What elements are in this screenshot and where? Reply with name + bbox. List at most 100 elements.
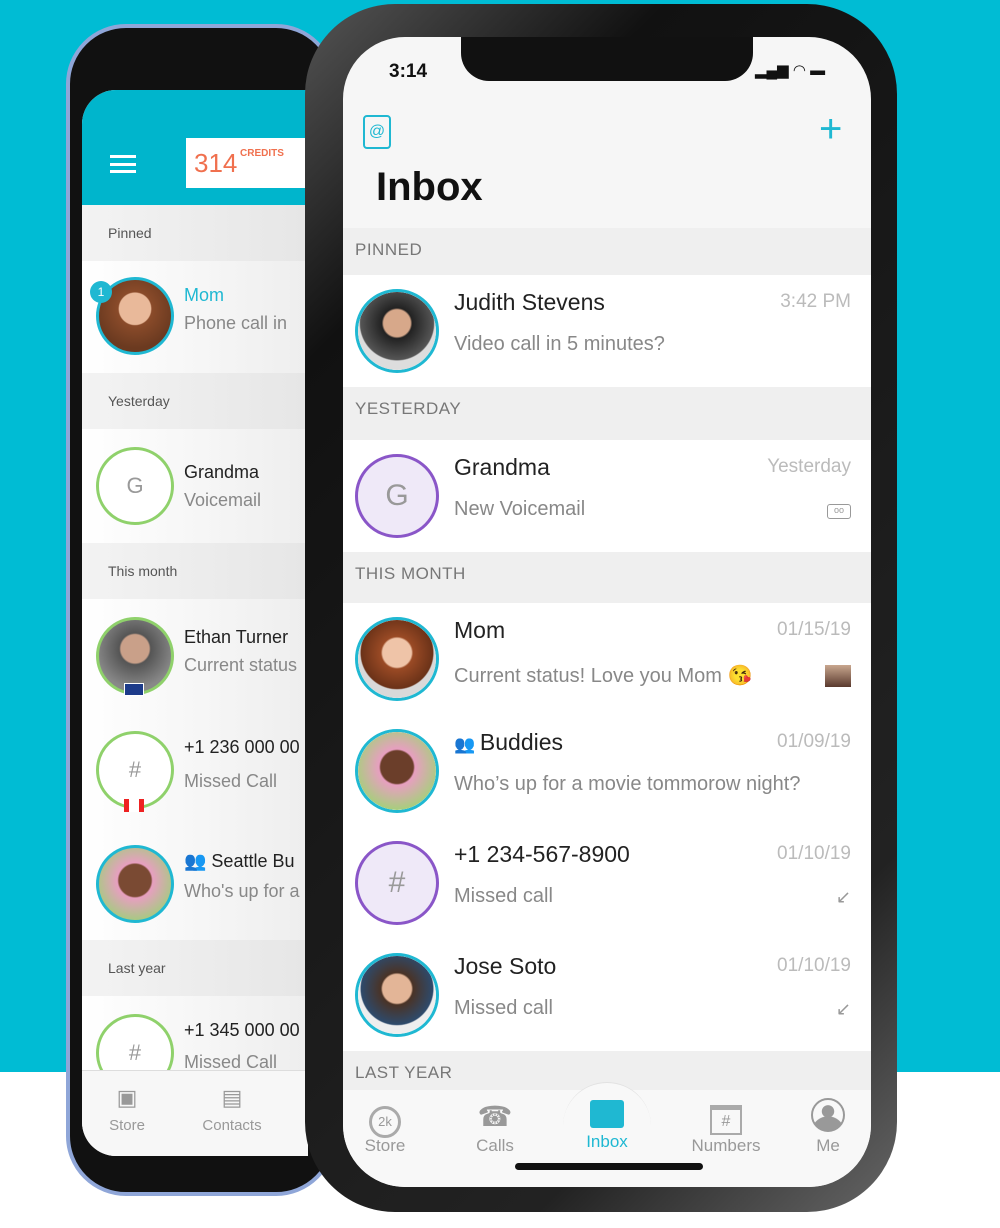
tab-label: Contacts [202,1117,262,1134]
contact-name: +1 234-567-8900 [454,841,630,867]
contact-name: 👥 Buddies [454,729,563,756]
numbers-icon: # [681,1098,771,1136]
credits-label: CREDITS [240,148,284,159]
status-icons: ▂▄▆ ◠ ▬ [755,62,826,79]
message-preview: Current status [184,655,298,675]
section-header: YESTERDAY [343,387,871,440]
tab-label: Numbers [691,1136,761,1155]
list-item[interactable]: 👥 Buddies 01/09/19 Who’s up for a movie … [343,715,871,827]
section-header: PINNED [343,228,871,275]
contact-name: 👥 Seattle Bu [184,851,294,872]
tab-label: Inbox [586,1132,628,1151]
message-preview: Who’s up for a movie tommorow night? [454,773,801,795]
page-title: Inbox [376,165,483,209]
timestamp: 01/15/19 [777,619,851,640]
tab-store[interactable]: 2k Store [343,1098,430,1156]
list-item[interactable]: G Grandma Yesterday New Voicemail oo [343,440,871,552]
group-icon: 👥 [184,851,212,871]
add-icon[interactable]: + [819,107,842,152]
status-time: 3:14 [389,61,428,82]
contact-name: Ethan Turner [184,627,289,647]
store-icon: ▣ [116,1085,138,1110]
message-preview: Current status! Love you Mom 😘 [454,665,753,687]
voicemail-icon: oo [827,504,851,519]
tab-numbers[interactable]: # Numbers [681,1098,771,1156]
tab-label: Store [109,1117,145,1134]
tab-me[interactable]: Me [783,1098,871,1156]
message-preview: Phone call in [184,313,288,333]
contact-name: Grandma [184,462,260,482]
group-name: Buddies [479,729,564,755]
avatar [355,953,439,1037]
section-header: This month [82,543,308,599]
profile-icon [783,1098,871,1136]
unread-badge: 1 [90,281,112,303]
android-screen: 314 CREDITS Pinned 1 Mom Phone call in Y… [82,90,308,1156]
section-header: Last year [82,940,308,996]
message-preview: Missed call [454,885,553,907]
contact-name: Mom [184,285,224,305]
avatar [355,617,439,701]
list-item[interactable]: # +1 236 000 00 Missed Call [82,713,308,827]
tab-inbox[interactable]: Inbox [562,1094,652,1152]
contact-name: Judith Stevens [454,289,605,315]
timestamp: Yesterday [767,456,851,477]
list-item[interactable]: 👥 Seattle Bu Who's up for a [82,827,308,940]
message-preview: Missed call [454,997,553,1019]
avatar: G [96,447,174,525]
avatar [355,729,439,813]
missed-call-icon: ↙ [835,887,851,907]
uk-flag-icon [124,683,144,696]
canada-flag-icon [124,799,144,812]
list-item[interactable]: Jose Soto 01/10/19 Missed call ↙ [343,939,871,1051]
calls-icon: ☎ [477,1101,513,1132]
list-item[interactable]: # +1 234-567-8900 01/10/19 Missed call ↙ [343,827,871,939]
message-preview: Voicemail [184,490,262,510]
contact-name: Mom [454,617,506,643]
list-item[interactable]: Ethan Turner Current status [82,599,308,713]
message-preview: Missed Call [184,771,278,791]
android-tab-bar: ▣ Store ▤ Contacts [82,1070,308,1156]
tab-label: Calls [476,1136,514,1155]
list-item[interactable]: G Grandma Voicemail [82,429,308,543]
credits-box[interactable]: 314 CREDITS [186,138,308,188]
contact-name: +1 236 000 00 [184,737,300,757]
section-header: THIS MONTH [343,552,871,603]
photo-thumbnail [825,665,851,687]
contacts-book-icon[interactable]: @ [363,115,391,149]
android-header: 314 CREDITS [82,90,308,205]
section-header: Pinned [82,205,308,261]
message-preview: Who's up for a [184,881,300,901]
missed-call-icon: ↙ [835,999,851,1019]
timestamp: 01/10/19 [777,955,851,976]
tab-calls[interactable]: ☎ Calls [450,1098,540,1156]
contact-name: +1 345 000 00 [184,1020,300,1040]
avatar [355,289,439,373]
group-name: Seattle Bu [211,851,295,871]
section-header: Yesterday [82,373,308,429]
list-item[interactable]: # +1 345 000 00 Missed Call [82,996,308,1092]
contact-name: Grandma [454,454,550,480]
menu-icon[interactable] [110,155,136,173]
avatar: # [355,841,439,925]
credits-value: 314 [194,148,238,178]
tab-label: Me [816,1136,840,1155]
inbox-icon [562,1094,652,1132]
message-preview: New Voicemail [454,498,586,520]
tab-contacts[interactable]: ▤ Contacts [187,1079,277,1134]
notch [461,37,753,81]
group-icon: 👥 [454,735,480,754]
iphone-screen: 3:14 ▂▄▆ ◠ ▬ @ + Inbox PINNED Judith Ste… [343,37,871,1187]
list-item[interactable]: Mom 01/15/19 Current status! Love you Mo… [343,603,871,715]
timestamp: 01/10/19 [777,843,851,864]
store-icon: 2k [343,1098,430,1138]
tab-label: Store [364,1136,406,1155]
tab-bar: 2k Store ☎ Calls Inbox # Numbers Me [343,1082,871,1187]
avatar: G [355,454,439,538]
message-preview: Video call in 5 minutes? [454,333,665,355]
avatar [96,845,174,923]
list-item[interactable]: Judith Stevens 3:42 PM Video call in 5 m… [343,275,871,387]
list-item[interactable]: 1 Mom Phone call in [82,261,308,373]
tab-store[interactable]: ▣ Store [82,1079,172,1134]
home-indicator[interactable] [515,1163,703,1170]
